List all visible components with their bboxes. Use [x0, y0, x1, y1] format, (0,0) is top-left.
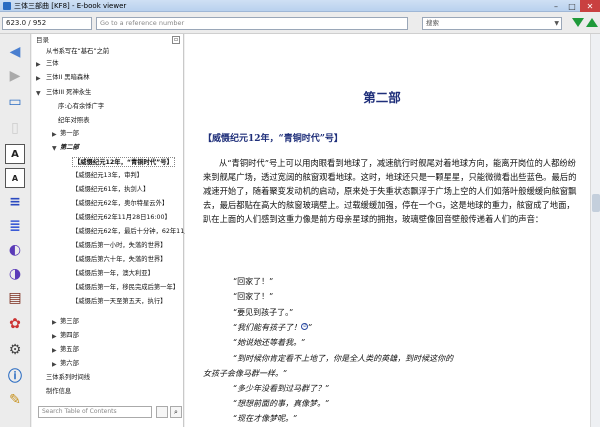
print-icon[interactable]: ✎	[5, 390, 25, 410]
vertical-scrollbar[interactable]	[590, 34, 600, 427]
dialogue-line: “她说她还等着我。”	[233, 338, 306, 347]
expand-icon[interactable]: ▶	[52, 319, 57, 326]
font-size-decrease-icon[interactable]: A	[5, 168, 25, 188]
open-book-icon[interactable]: ▭	[5, 92, 25, 112]
toc-item[interactable]: 【威慑后第一年，移民完成后第一年】	[72, 283, 179, 293]
toc-item[interactable]: 【威慑纪元61年，执剑人】	[72, 185, 149, 195]
toc-item[interactable]: 三体系列时间线	[46, 373, 90, 383]
dialogue-line: “要见到孩子了。”	[233, 308, 294, 317]
dialogue-line: “想想前面的事，真像梦。”	[233, 399, 330, 408]
dialogue-line: “我们能有孩子了！①”	[233, 323, 313, 332]
toc-item[interactable]: 【威慑纪元13年，审判】	[72, 171, 143, 181]
next-page-icon[interactable]: ◑	[5, 264, 25, 284]
toc-item[interactable]: 【威慑后第一年，澳大利亚】	[72, 269, 154, 279]
toc-item[interactable]: 第五部	[60, 345, 79, 355]
toc-item[interactable]: 从书系写在“基石”之前	[46, 47, 109, 57]
reference-mode-icon[interactable]: ▤	[5, 288, 25, 308]
preferences-icon[interactable]: ✿	[5, 314, 25, 334]
toc-item[interactable]: 制作信息	[46, 387, 71, 397]
reading-pane: 第二部 【威慑纪元12年，“青铜时代”号】 从“青铜时代”号上可以用肉眼看到地球…	[185, 34, 600, 427]
font-size-increase-icon[interactable]: A	[5, 144, 25, 164]
toc-item[interactable]: 【威慑纪元62年，奥尔特星云外】	[72, 199, 168, 209]
left-toolbar: ◀ ▶ ▭ ▯ A A ≡ ≣ ◐ ◑ ▤ ✿ ⚙ ⓘ ✎	[0, 34, 31, 427]
scrollbar-thumb[interactable]	[592, 194, 600, 212]
toc-item[interactable]: 【威慑后第六十年，失落的世界】	[72, 255, 166, 265]
search-input[interactable]: 搜索 ▼	[422, 17, 562, 30]
toc-header: 目录 ▫	[36, 36, 180, 44]
table-of-contents-panel: 目录 ▫ 从书系写在“基石”之前 ▶ 三体 ▶ 三体II 黑暗森林 ▼ 三体III…	[32, 34, 197, 427]
expand-icon[interactable]: ▶	[52, 361, 57, 368]
toc-item-current-part[interactable]: 第二部	[60, 143, 79, 153]
toc-item[interactable]: 三体	[46, 59, 59, 69]
next-match-icon[interactable]	[572, 18, 584, 27]
chevron-down-icon[interactable]: ▼	[554, 18, 559, 29]
toc-item[interactable]: 【威慑后第一小时，失落的世界】	[72, 241, 166, 251]
window-controls: – □ ✕	[548, 0, 600, 12]
minimize-icon[interactable]: –	[548, 0, 564, 12]
toc-item[interactable]: 三体III 死神永生	[46, 88, 91, 98]
window-title: 三体三部曲 [KF8] - E-book viewer	[14, 1, 127, 10]
dialogue-line: “多少年没看到过马群了？”	[233, 384, 330, 393]
expand-icon[interactable]: ▶	[36, 75, 41, 82]
toc-item[interactable]: 第六部	[60, 359, 79, 369]
toc-item[interactable]: 序:心有余悸广字	[58, 102, 104, 112]
toc-item[interactable]: 三体II 黑暗森林	[46, 73, 90, 83]
toc-search-dropdown-icon[interactable]	[156, 406, 168, 418]
maximize-icon[interactable]: □	[564, 0, 580, 12]
settings-gear-icon[interactable]: ⚙	[5, 340, 25, 360]
expand-icon[interactable]: ▶	[52, 131, 57, 138]
collapse-icon[interactable]: ▼	[36, 90, 41, 97]
close-icon[interactable]: ✕	[580, 0, 600, 12]
toc-item-selected[interactable]: 【威慑纪元12年，“青铜时代”号】	[72, 157, 175, 167]
toc-item[interactable]: 纪年对照表	[58, 116, 89, 126]
previous-match-icon[interactable]	[586, 18, 598, 27]
dialogue-line: “到时候你肯定看不上地了，你是全人类的英雄，到时候这你的	[233, 354, 454, 363]
copy-icon[interactable]: ▯	[5, 118, 25, 138]
collapse-icon[interactable]: ▼	[52, 145, 57, 152]
chapter-title: 【威慑纪元12年，“青铜时代”号】	[203, 134, 343, 144]
footnote-marker[interactable]: ①	[301, 323, 309, 330]
app-icon	[3, 1, 11, 10]
float-panel-icon[interactable]: ▫	[172, 36, 180, 44]
bookmark-icon[interactable]: ≣	[5, 216, 25, 236]
expand-icon[interactable]: ▶	[52, 347, 57, 354]
previous-page-icon[interactable]: ◐	[5, 240, 25, 260]
toc-item[interactable]: 【威慑后第一天至第五天，执行】	[72, 297, 166, 307]
toc-item[interactable]: 第三部	[60, 317, 79, 327]
expand-icon[interactable]: ▶	[36, 61, 41, 68]
info-icon[interactable]: ⓘ	[5, 366, 25, 386]
toc-item[interactable]: 【威慑纪元62年11月28日16:00】	[72, 213, 171, 223]
toc-search-input[interactable]: Search Table of Contents	[38, 406, 152, 418]
toc-item[interactable]: 【威慑纪元62年，最后十分钟，62年11月】	[72, 227, 197, 237]
forward-icon[interactable]: ▶	[5, 66, 25, 86]
binoculars-icon[interactable]: ⌕	[170, 406, 182, 418]
page-number-input[interactable]: 623.0 / 952	[2, 17, 92, 30]
toc-toggle-icon[interactable]: ≡	[5, 192, 25, 212]
part-title: 第二部	[363, 90, 401, 105]
dialogue-line: “回家了！”	[233, 292, 274, 301]
expand-icon[interactable]: ▶	[52, 333, 57, 340]
title-bar: 三体三部曲 [KF8] - E-book viewer – □ ✕	[0, 0, 600, 12]
dialogue-line: 女孩子会像马群一样。”	[203, 369, 288, 378]
dialogue-line: “回家了！”	[233, 277, 274, 286]
reference-input[interactable]: Go to a reference number	[96, 17, 408, 30]
toc-item[interactable]: 第四部	[60, 331, 79, 341]
top-toolbar: 623.0 / 952 Go to a reference number 搜索 ▼	[0, 12, 600, 34]
toc-item[interactable]: 第一部	[60, 129, 79, 139]
dialogue-line: “现在才像梦呢。”	[233, 414, 298, 423]
back-icon[interactable]: ◀	[5, 42, 25, 62]
body-paragraph: 从“青铜时代”号上可以用肉眼看到地球了，减速航行时舰尾对着地球方向，能离开岗位的…	[203, 158, 577, 225]
